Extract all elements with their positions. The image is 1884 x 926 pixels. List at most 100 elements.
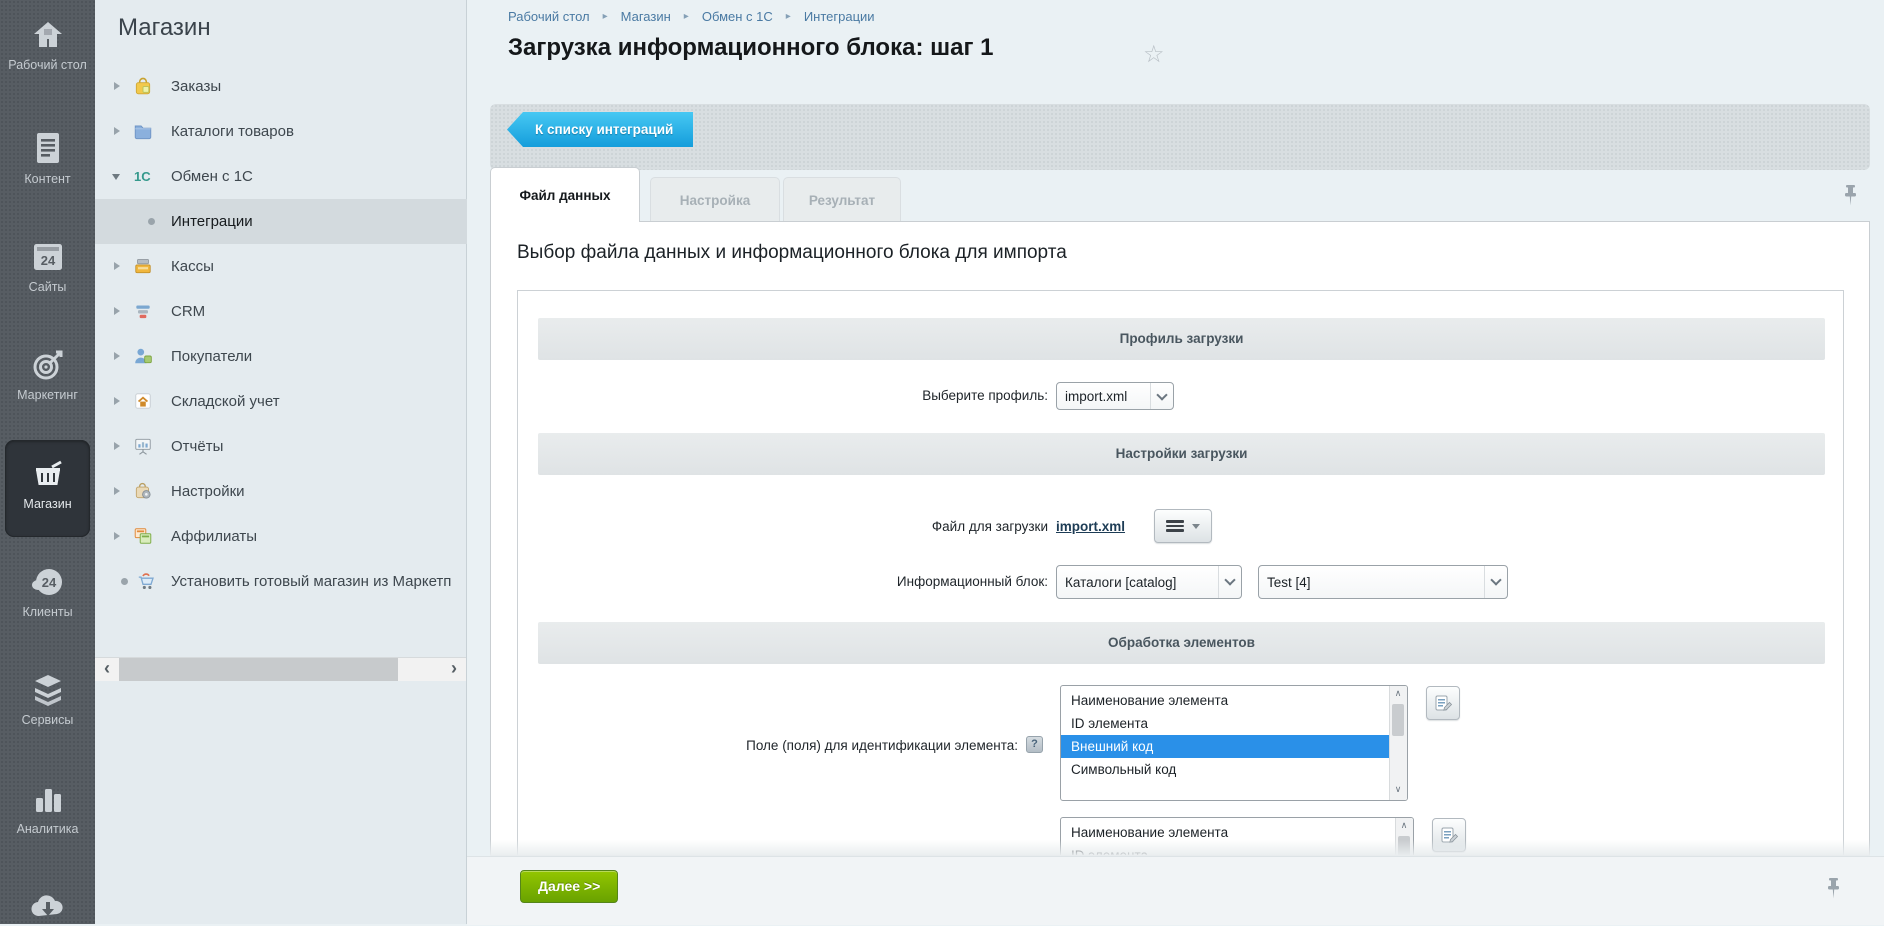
sidebar-item-crm[interactable]: CRM xyxy=(95,289,467,334)
listbox-option[interactable]: Символьный код xyxy=(1061,758,1390,781)
arrow-collapsed-icon[interactable] xyxy=(114,442,120,450)
sidebar-item-cashboxes[interactable]: Кассы xyxy=(95,244,467,289)
panel-bottom-fade xyxy=(490,840,1870,856)
crm-icon xyxy=(133,301,153,321)
scroll-up-icon[interactable] xyxy=(1396,820,1412,834)
arrow-collapsed-icon[interactable] xyxy=(114,397,120,405)
tab-файл-данных[interactable]: Файл данных xyxy=(490,167,640,222)
listbox-option[interactable]: Наименование элемента xyxy=(1061,689,1390,712)
breadcrumb-link[interactable]: Обмен с 1С xyxy=(702,9,773,24)
hamburger-icon xyxy=(1166,520,1184,532)
scroll-right-button[interactable] xyxy=(442,658,466,681)
scroll-down-icon[interactable] xyxy=(1390,784,1406,798)
listbox-options: Наименование элементаID элементаВнешний … xyxy=(1061,689,1390,781)
file-menu-button[interactable] xyxy=(1154,509,1212,543)
iblock-type-select[interactable]: Каталоги [catalog] xyxy=(1056,565,1242,599)
rail-item-label: Магазин xyxy=(5,497,90,512)
breadcrumb-link[interactable]: Магазин xyxy=(621,9,671,24)
section-header-load-settings: Настройки загрузки xyxy=(538,433,1825,475)
breadcrumb-link[interactable]: Интеграции xyxy=(804,9,875,24)
customers-icon xyxy=(133,346,153,366)
svg-text:24: 24 xyxy=(41,575,56,590)
iblock-select[interactable]: Test [4] xyxy=(1258,565,1508,599)
sidebar-item-orders[interactable]: Заказы xyxy=(95,64,467,109)
exchange-1c-icon: 1С xyxy=(133,166,153,186)
arrow-expanded-icon[interactable] xyxy=(112,174,120,180)
pin-icon[interactable] xyxy=(1826,877,1841,906)
arrow-collapsed-icon[interactable] xyxy=(114,487,120,495)
arrow-collapsed-icon[interactable] xyxy=(114,307,120,315)
document-icon xyxy=(0,130,95,168)
rail-item-label: Сервисы xyxy=(0,713,95,728)
content-panel: Выбор файла данных и информационного бло… xyxy=(490,221,1870,856)
rail-item-desktop[interactable]: Рабочий стол xyxy=(0,16,95,73)
rail-item-services[interactable]: Сервисы xyxy=(0,671,95,728)
listbox-option[interactable]: Внешний код xyxy=(1061,735,1390,758)
sidebar-item-warehouse[interactable]: Складской учет xyxy=(95,379,467,424)
sidebar-item-label: Складской учет xyxy=(171,379,280,424)
scroll-up-icon[interactable] xyxy=(1390,688,1406,702)
rail-item-label: Клиенты xyxy=(0,605,95,620)
section-header-processing: Обработка элементов xyxy=(538,622,1825,664)
sidebar-item-settings[interactable]: Настройки xyxy=(95,469,467,514)
basket-icon xyxy=(5,455,90,493)
rail-item-label: Сайты xyxy=(0,280,95,295)
arrow-collapsed-icon[interactable] xyxy=(114,352,120,360)
breadcrumb-link[interactable]: Рабочий стол xyxy=(508,9,590,24)
id-fields-listbox[interactable]: Наименование элементаID элементаВнешний … xyxy=(1060,685,1408,801)
rail-item-shop[interactable]: Магазин xyxy=(5,440,90,537)
rail-item-sites[interactable]: 24 Сайты xyxy=(0,238,95,295)
sidebar-item-label: CRM xyxy=(171,289,205,334)
sidebar-item-label: Установить готовый магазин из Маркетп xyxy=(171,559,451,604)
edit-list-icon xyxy=(1434,694,1453,713)
iblock-label: Информационный блок: xyxy=(518,567,1048,597)
listbox-option[interactable]: ID элемента xyxy=(1061,712,1390,735)
rail-item-content[interactable]: Контент xyxy=(0,130,95,187)
browser-24-icon: 24 xyxy=(0,238,95,276)
market-cart-icon xyxy=(136,571,156,591)
edit-list-button[interactable] xyxy=(1426,686,1460,720)
arrow-collapsed-icon[interactable] xyxy=(114,262,120,270)
pin-icon[interactable] xyxy=(1843,184,1858,213)
scrollbar-thumb[interactable] xyxy=(1392,704,1404,736)
breadcrumb-separator-icon: ▸ xyxy=(603,11,608,22)
sidebar-item-reports[interactable]: Отчёты xyxy=(95,424,467,469)
arrow-collapsed-icon[interactable] xyxy=(114,82,120,90)
sidebar-item-catalogs[interactable]: Каталоги товаров xyxy=(95,109,467,154)
arrow-collapsed-icon[interactable] xyxy=(114,127,120,135)
sidebar-item-label: Каталоги товаров xyxy=(171,109,294,154)
favorite-star-icon[interactable]: ☆ xyxy=(1143,40,1165,69)
rail-item-analytics[interactable]: Аналитика xyxy=(0,780,95,837)
rail-item-marketing[interactable]: Маркетинг xyxy=(0,346,95,403)
target-icon xyxy=(0,346,95,384)
listbox-scrollbar[interactable] xyxy=(1389,686,1407,800)
orders-icon xyxy=(133,76,153,96)
sidebar-item-integrations[interactable]: Интеграции xyxy=(95,199,467,244)
rail-item-marketplace[interactable] xyxy=(0,888,95,926)
sidebar-horizontal-scrollbar[interactable] xyxy=(95,657,466,681)
cloud-download-icon xyxy=(0,888,95,926)
scroll-left-button[interactable] xyxy=(95,658,119,681)
sidebar-menu-list: ЗаказыКаталоги товаров1СОбмен с 1СИнтегр… xyxy=(95,64,467,604)
scrollbar-thumb[interactable] xyxy=(119,658,398,681)
arrow-collapsed-icon[interactable] xyxy=(114,532,120,540)
next-button[interactable]: Далее >> xyxy=(520,870,618,903)
back-to-integrations-button[interactable]: К списку интеграций xyxy=(507,112,693,147)
profile-select[interactable]: import.xml xyxy=(1056,382,1174,410)
breadcrumb-separator-icon: ▸ xyxy=(684,11,689,22)
sidebar-item-label: Покупатели xyxy=(171,334,252,379)
rail-item-clients[interactable]: 24 Клиенты xyxy=(0,563,95,620)
layers-icon xyxy=(0,671,95,709)
help-icon[interactable] xyxy=(1026,736,1043,753)
sidebar-item-install-shop[interactable]: Установить готовый магазин из Маркетп xyxy=(95,559,467,604)
file-link[interactable]: import.xml xyxy=(1056,519,1125,534)
sidebar-item-1c-exchange[interactable]: 1СОбмен с 1С xyxy=(95,154,467,199)
profile-select-label: Выберите профиль: xyxy=(518,382,1048,410)
bullet-icon xyxy=(148,218,155,225)
iblock-select-value: Test [4] xyxy=(1259,575,1484,590)
sidebar-item-customers[interactable]: Покупатели xyxy=(95,334,467,379)
sidebar-item-affiliates[interactable]: Аффилиаты xyxy=(95,514,467,559)
sidebar-item-label: Кассы xyxy=(171,244,214,289)
form-heading: Выбор файла данных и информационного бло… xyxy=(517,242,1067,264)
sidebar-item-label: Настройки xyxy=(171,469,245,514)
